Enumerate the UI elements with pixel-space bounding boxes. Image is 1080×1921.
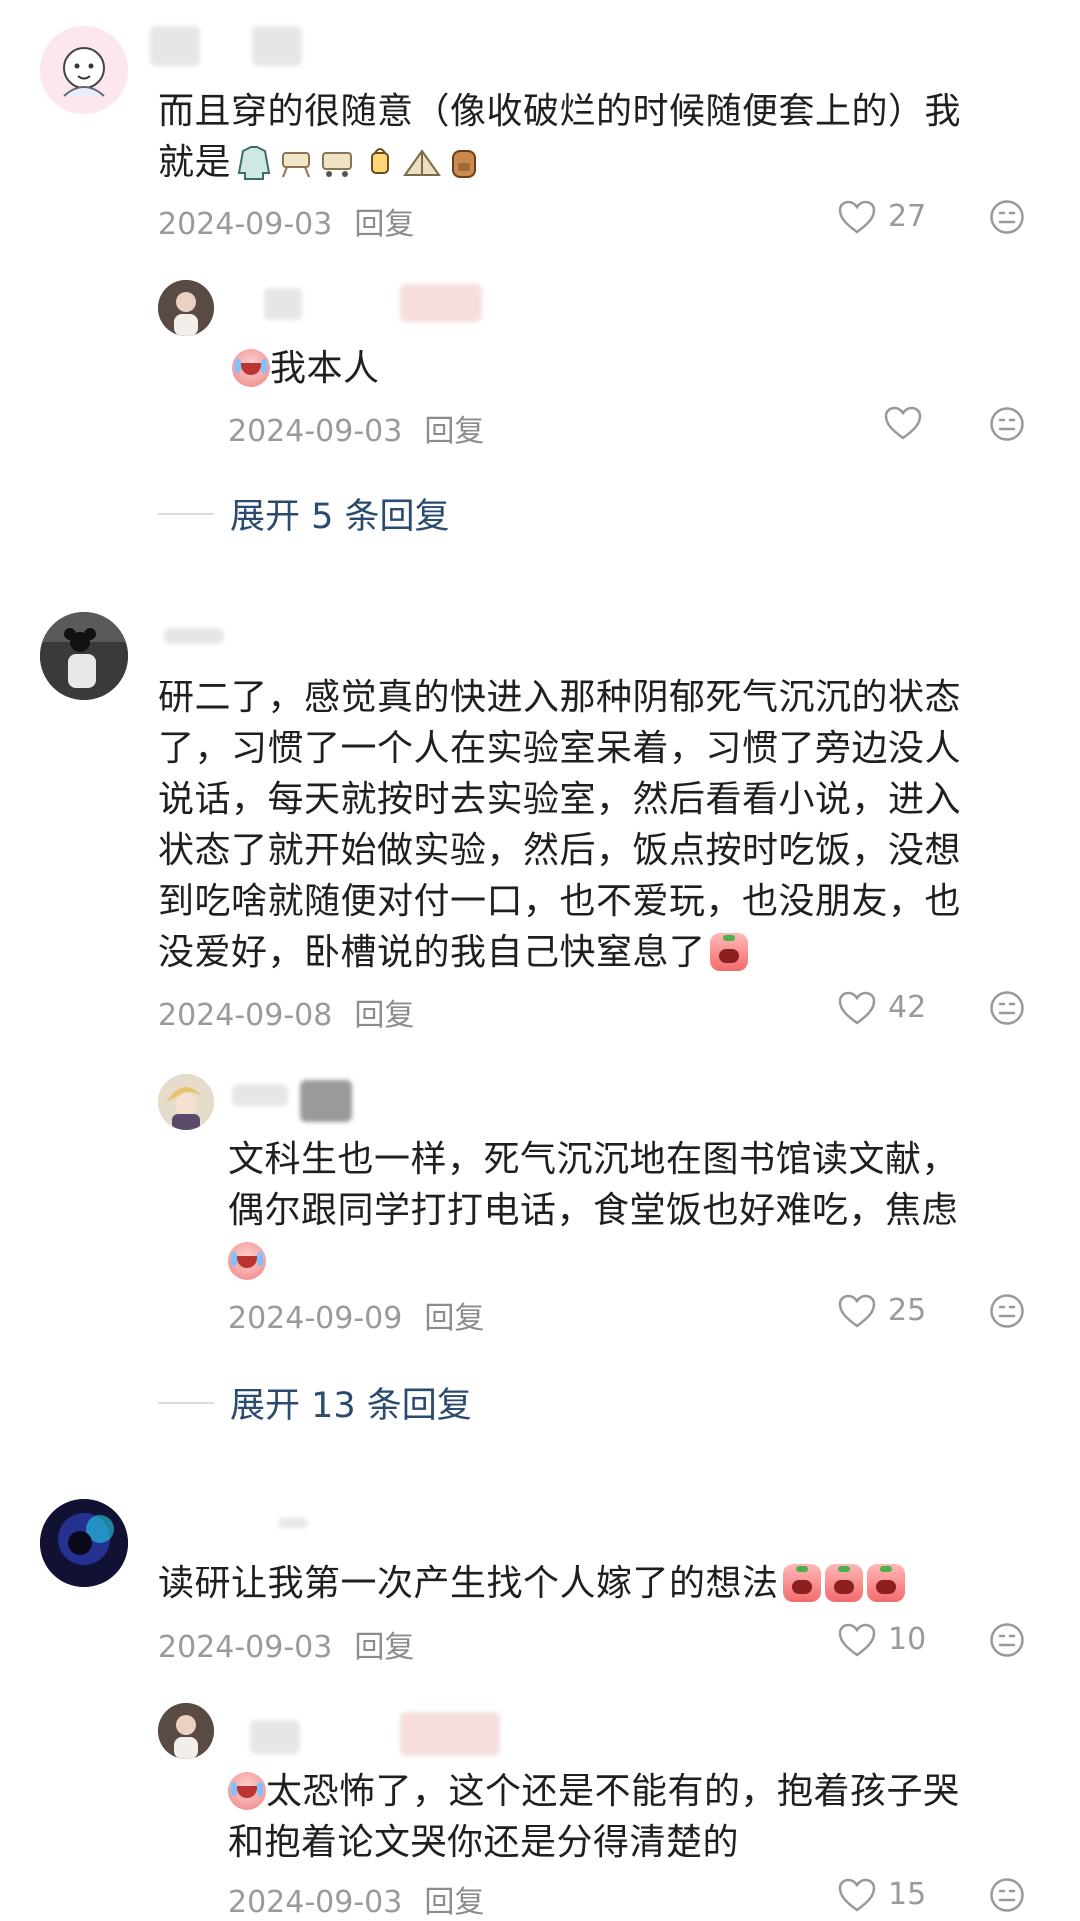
comment-text: 读研让我第一次产生找个人嫁了的想法	[158, 1558, 905, 1609]
avatar-photo	[158, 1703, 214, 1759]
comment-date: 2024-09-03	[158, 207, 333, 242]
like-button[interactable]: 42	[838, 990, 926, 1025]
username-redacted	[232, 1084, 288, 1106]
avatar[interactable]	[40, 612, 128, 700]
username-redacted	[400, 1712, 500, 1756]
like-button[interactable]: 15	[838, 1877, 926, 1912]
comment-date: 2024-09-03	[158, 1630, 333, 1665]
reply-meta: 2024-09-03 回复	[228, 1877, 484, 1921]
comment-meta: 2024-09-03 回复	[158, 1622, 414, 1666]
username-redacted	[150, 26, 200, 66]
heart-icon	[838, 1294, 876, 1328]
lantern-icon	[361, 143, 399, 181]
meh-face-icon	[990, 1294, 1024, 1328]
reply-button[interactable]: 回复	[424, 414, 484, 449]
backpack-icon	[445, 143, 483, 181]
reply-avatar[interactable]	[158, 280, 214, 336]
expand-replies[interactable]: 展开 13 条回复	[158, 1377, 472, 1428]
username-redacted	[250, 1720, 300, 1754]
like-button[interactable]: 10	[838, 1622, 926, 1657]
avatar[interactable]	[40, 1499, 128, 1587]
meh-face-icon	[990, 1623, 1024, 1657]
heart-icon	[884, 406, 922, 440]
dislike-button[interactable]	[989, 406, 1025, 446]
username-redacted	[400, 284, 482, 322]
crying-face-icon	[228, 1242, 266, 1280]
comment-text: 研二了，感觉真的快进入那种阴郁死气沉沉的状态 了，习惯了一个人在实验室呆着，习惯…	[158, 677, 962, 973]
divider-line	[158, 512, 214, 515]
like-count: 42	[888, 990, 927, 1025]
meh-face-icon	[990, 407, 1024, 441]
reply-date: 2024-09-09	[228, 1301, 403, 1336]
reply-text: 文科生也一样，死气沉沉地在图书馆读文献， 偶尔跟同学打打电话，食堂饭也好难吃，焦…	[228, 1134, 1048, 1287]
like-count: 25	[888, 1293, 927, 1328]
comment-text: 而且穿的很随意（像收破烂的时候随便套上的）我 就是	[158, 91, 962, 183]
sobbing-face-icon	[824, 1564, 863, 1602]
like-button[interactable]	[884, 406, 922, 440]
divider-line	[158, 1401, 214, 1404]
reply-date: 2024-09-03	[228, 414, 403, 449]
sobbing-face-icon	[866, 1564, 905, 1602]
username-redacted	[278, 1518, 308, 1528]
like-count: 27	[888, 199, 927, 234]
avatar-photo	[158, 280, 214, 336]
reply-button[interactable]: 回复	[354, 998, 414, 1033]
reply-button[interactable]: 回复	[354, 1630, 414, 1665]
reply-button[interactable]: 回复	[424, 1885, 484, 1920]
reply-meta: 2024-09-03 回复	[228, 406, 484, 450]
heart-icon	[838, 1878, 876, 1912]
username-redacted	[252, 26, 302, 66]
crying-face-icon	[232, 349, 270, 387]
meh-face-icon	[990, 1878, 1024, 1912]
reply-avatar[interactable]	[158, 1703, 214, 1759]
expand-replies[interactable]: 展开 5 条回复	[158, 488, 450, 539]
avatar-illustration	[40, 26, 128, 114]
dislike-button[interactable]	[989, 199, 1025, 239]
crying-face-icon	[228, 1772, 266, 1810]
jacket-icon	[235, 143, 273, 181]
heart-icon	[838, 991, 876, 1025]
avatar-illustration	[158, 1074, 214, 1130]
like-button[interactable]: 27	[838, 199, 926, 234]
like-count: 10	[888, 1622, 927, 1657]
dislike-button[interactable]	[989, 1293, 1025, 1333]
reply-button[interactable]: 回复	[354, 207, 414, 242]
dislike-button[interactable]	[989, 1877, 1025, 1917]
dislike-button[interactable]	[989, 1622, 1025, 1662]
heart-icon	[838, 200, 876, 234]
reply-meta: 2024-09-09 回复	[228, 1293, 484, 1337]
sobbing-face-icon	[782, 1564, 821, 1602]
avatar[interactable]	[40, 26, 128, 114]
username-redacted	[164, 628, 224, 644]
username-redacted	[300, 1080, 352, 1122]
sobbing-face-icon	[709, 933, 748, 971]
reply-text: 太恐怖了，这个还是不能有的，抱着孩子哭 和抱着论文哭你还是分得清楚的	[228, 1771, 960, 1863]
username-redacted	[264, 288, 302, 320]
comment-date: 2024-09-08	[158, 998, 333, 1033]
meh-face-icon	[990, 200, 1024, 234]
cart-icon	[319, 143, 357, 181]
like-button[interactable]: 25	[838, 1293, 926, 1328]
reply-avatar[interactable]	[158, 1074, 214, 1130]
meh-face-icon	[990, 991, 1024, 1025]
heart-icon	[838, 1623, 876, 1657]
avatar-photo	[40, 1499, 128, 1587]
reply-text: 我本人	[228, 343, 380, 394]
tent-icon	[403, 143, 441, 181]
folding-chair-icon	[277, 143, 315, 181]
like-count: 15	[888, 1877, 927, 1912]
dislike-button[interactable]	[989, 990, 1025, 1030]
comment-meta: 2024-09-08 回复	[158, 990, 414, 1034]
comment-meta: 2024-09-03 回复	[158, 199, 414, 243]
reply-date: 2024-09-03	[228, 1885, 403, 1920]
reply-button[interactable]: 回复	[424, 1301, 484, 1336]
avatar-photo	[40, 612, 128, 700]
